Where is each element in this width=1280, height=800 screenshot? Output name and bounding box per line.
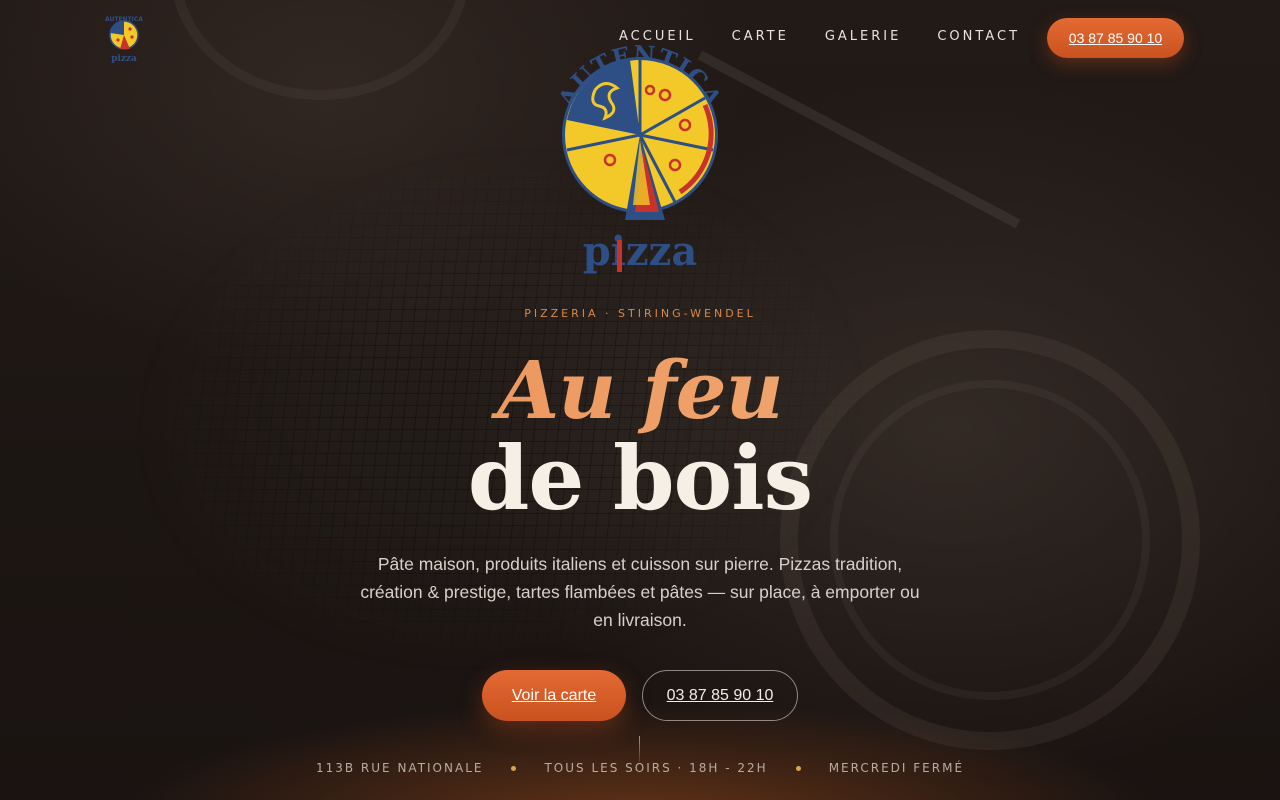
- hero-title-line1: Au feu: [0, 340, 1280, 440]
- hero-description: Pâte maison, produits italiens et cuisso…: [360, 554, 920, 630]
- separator-dot: [795, 765, 801, 771]
- hours-text: TOUS LES SOIRS · 18H - 22H: [544, 761, 768, 775]
- hero-kicker: PIZZERIA · STIRING-WENDEL: [524, 307, 756, 320]
- address-text: 113B RUE NATIONALE: [315, 761, 484, 775]
- header-logo[interactable]: AUTENTICA pizza: [96, 12, 152, 64]
- hero-logo: AUTENTICA pizza: [551, 39, 727, 280]
- nav-link-galerie[interactable]: GALERIE: [825, 28, 902, 46]
- hero-title-line2: de bois: [467, 426, 813, 530]
- header-phone-button[interactable]: 03 87 85 90 10: [1047, 18, 1184, 58]
- separator-dot: [511, 765, 517, 771]
- closed-day-text: MERCREDI FERMÉ: [828, 761, 965, 775]
- call-phone-button[interactable]: 03 87 85 90 10: [642, 670, 798, 721]
- logo-small-bottom-text: pizza: [111, 54, 137, 64]
- scroll-indicator-line: [639, 736, 640, 762]
- nav-link-carte[interactable]: CARTE: [732, 28, 789, 46]
- view-menu-button[interactable]: Voir la carte: [482, 670, 626, 721]
- oven-arch-shape: [170, 0, 470, 100]
- info-bar: 113B RUE NATIONALE TOUS LES SOIRS · 18H …: [0, 761, 1280, 775]
- nav-link-contact[interactable]: CONTACT: [937, 28, 1020, 46]
- logo-pizza-text: pizza: [583, 228, 698, 275]
